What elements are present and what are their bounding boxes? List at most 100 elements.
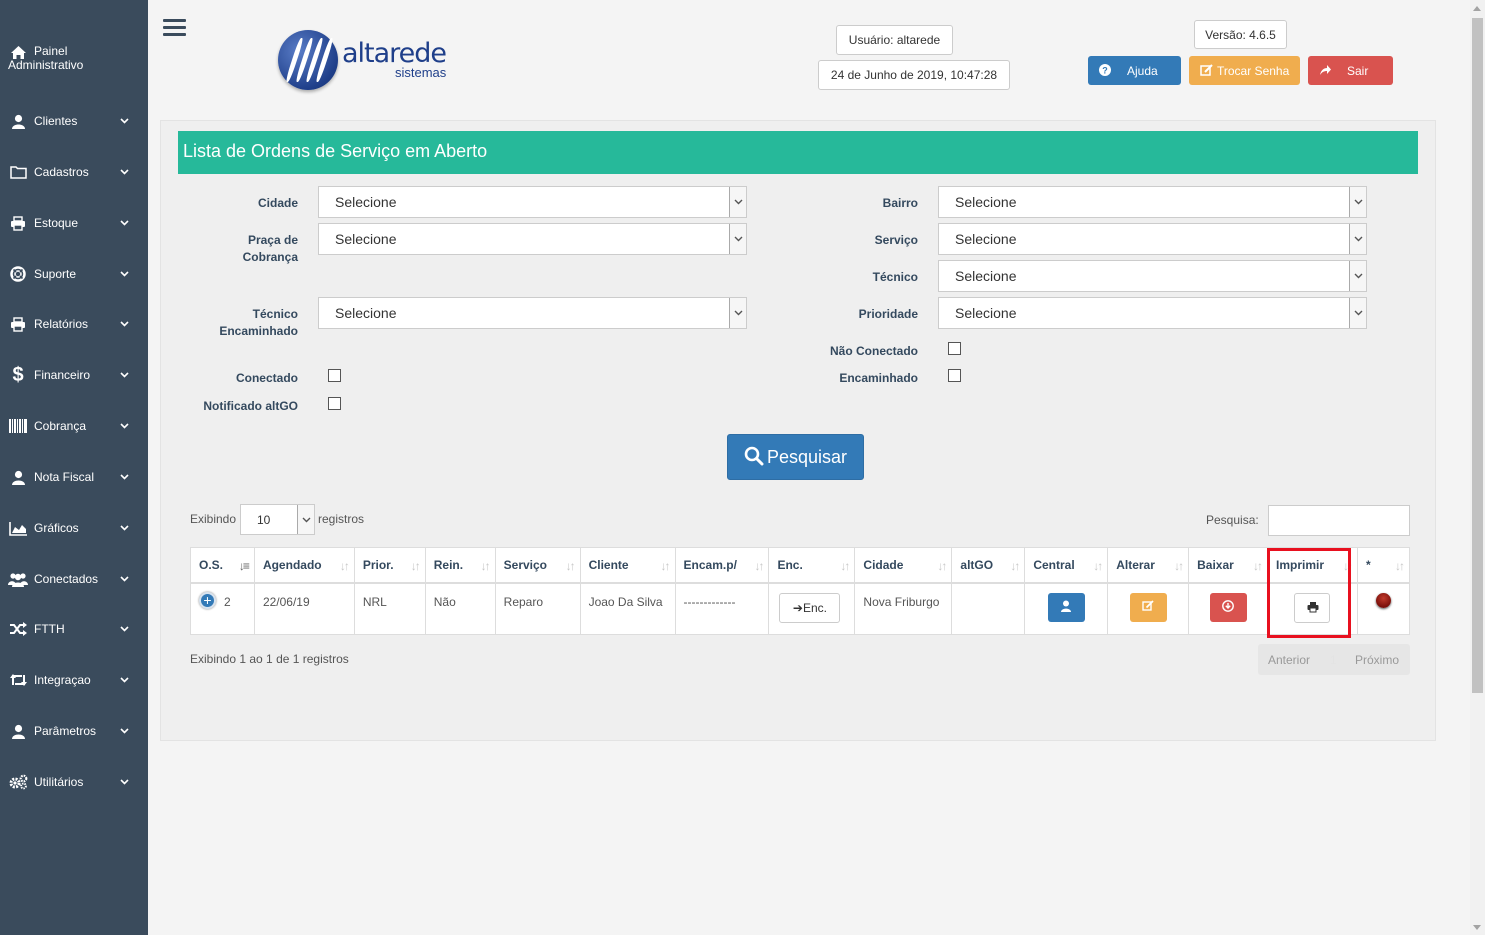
sidebar-item-conectados[interactable]: Conectados bbox=[0, 570, 148, 610]
sidebar-item-ftth[interactable]: FTTH bbox=[0, 620, 148, 660]
sidebar-item-painel[interactable]: Painel Administrativo bbox=[0, 43, 148, 83]
sidebar-item-relatorios[interactable]: Relatórios bbox=[0, 315, 148, 355]
change-password-label: Trocar Senha bbox=[1217, 64, 1290, 78]
tecnico-select-value: Selecione bbox=[955, 268, 1017, 284]
sidebar-item-clientes[interactable]: Clientes bbox=[0, 112, 148, 152]
th-altgo[interactable]: altGO ↓↑ bbox=[951, 547, 1026, 584]
expand-row-icon[interactable]: + bbox=[199, 591, 216, 609]
scroll-up-arrow[interactable] bbox=[1473, 6, 1481, 11]
th-imprimir[interactable]: Imprimir ↓↑ bbox=[1267, 547, 1358, 584]
sidebar-item-integracao[interactable]: Integraçao bbox=[0, 671, 148, 711]
th-baixar[interactable]: Baixar ↓↑ bbox=[1188, 547, 1269, 584]
th-rein-label: Rein. bbox=[433, 557, 464, 572]
sort-icon: ↓↑ bbox=[339, 559, 350, 573]
conectado-checkbox[interactable] bbox=[328, 369, 341, 382]
sidebar-item-cadastros[interactable]: Cadastros bbox=[0, 163, 148, 203]
sidebar-item-graficos[interactable]: Gráficos bbox=[0, 519, 148, 559]
chevron-down-icon bbox=[297, 505, 314, 534]
table-header-row: O.S. ↓≡ Agendado ↓↑ Prior. ↓↑ Rein. ↓↑ Servi… bbox=[190, 547, 1411, 584]
chevron-down-icon bbox=[1349, 261, 1366, 291]
prioridade-select[interactable]: Selecione bbox=[938, 297, 1367, 329]
alterar-button[interactable] bbox=[1129, 592, 1167, 622]
sort-icon: ↓↑ bbox=[937, 559, 947, 573]
sort-icon: ↓↑ bbox=[840, 559, 850, 573]
table-search-input[interactable] bbox=[1268, 505, 1410, 536]
th-status[interactable]: * ↓↑ bbox=[1356, 547, 1411, 584]
sidebar-item-cobranca[interactable]: Cobrança bbox=[0, 417, 148, 457]
prev-page-button[interactable]: Anterior bbox=[1268, 653, 1310, 667]
cell-encam: ------------- bbox=[674, 582, 770, 635]
chevron-down-icon bbox=[120, 728, 131, 739]
cell-cidade: Nova Friburgo bbox=[854, 582, 953, 635]
page-scrollbar[interactable] bbox=[1470, 0, 1485, 935]
tecnico-encaminhado-select[interactable]: Selecione bbox=[318, 297, 747, 329]
servico-select[interactable]: Selecione bbox=[938, 223, 1367, 255]
imprimir-button[interactable] bbox=[1294, 592, 1331, 623]
page-1-button[interactable]: 1 bbox=[1330, 653, 1337, 667]
bairro-select-value: Selecione bbox=[955, 194, 1017, 210]
scroll-down-arrow[interactable] bbox=[1473, 925, 1481, 930]
dollar-icon: $ bbox=[12, 363, 24, 386]
sidebar-item-parametros[interactable]: Parâmetros bbox=[0, 722, 148, 762]
chevron-down-icon bbox=[729, 187, 746, 217]
th-cliente[interactable]: Cliente ↓↑ bbox=[579, 547, 676, 584]
sidebar: Painel Administrativo Clientes Cadastros Es… bbox=[0, 0, 148, 935]
logout-button[interactable]: Sair bbox=[1308, 56, 1393, 85]
central-button[interactable] bbox=[1047, 592, 1085, 622]
th-agendado[interactable]: Agendado ↓↑ bbox=[253, 547, 355, 584]
th-central[interactable]: Central ↓↑ bbox=[1024, 547, 1109, 584]
table-row: +2 22/06/19 NRL Não Reparo Joao Da Silva… bbox=[190, 582, 1411, 635]
sidebar-item-utilitarios[interactable]: Utilitários bbox=[0, 773, 148, 813]
scrollbar-thumb[interactable] bbox=[1472, 18, 1483, 693]
baixar-button[interactable] bbox=[1209, 592, 1247, 622]
next-page-button[interactable]: Próximo bbox=[1355, 653, 1399, 667]
sidebar-item-suporte[interactable]: Suporte bbox=[0, 265, 148, 305]
datetime-info: 24 de Junho de 2019, 10:47:28 bbox=[818, 60, 1010, 90]
th-servico-label: Serviço bbox=[503, 557, 548, 572]
sort-icon: ↓↑ bbox=[1174, 559, 1184, 573]
logo-subtitle: sistemas bbox=[395, 65, 447, 80]
sidebar-item-financeiro[interactable]: $ Financeiro bbox=[0, 363, 148, 406]
question-circle-icon: ? bbox=[1098, 63, 1112, 77]
cidade-select[interactable]: Selecione bbox=[318, 186, 747, 218]
th-altgo-label: altGO bbox=[960, 557, 994, 572]
bairro-select[interactable]: Selecione bbox=[938, 186, 1367, 218]
th-prior[interactable]: Prior. ↓↑ bbox=[353, 547, 426, 584]
table-info: Exibindo 1 ao 1 de 1 registros bbox=[190, 652, 349, 666]
chevron-down-icon bbox=[120, 474, 131, 485]
th-enc[interactable]: Enc. ↓↑ bbox=[768, 547, 856, 584]
cell-altgo bbox=[951, 582, 1026, 635]
page-length-select[interactable]: 10 bbox=[240, 504, 315, 535]
tecnico-encaminhado-label: Técnico Encaminhado bbox=[219, 307, 298, 338]
cell-rein: Não bbox=[424, 582, 496, 635]
sort-icon: ↓↑ bbox=[410, 559, 421, 573]
tecnico-label: Técnico bbox=[872, 270, 918, 284]
sort-icon: ↓↑ bbox=[1010, 559, 1020, 573]
tecnico-select[interactable]: Selecione bbox=[938, 260, 1367, 292]
th-encam[interactable]: Encam.p/ ↓↑ bbox=[674, 547, 770, 584]
praca-select[interactable]: Selecione bbox=[318, 223, 747, 255]
chevron-down-icon bbox=[1349, 298, 1366, 328]
length-suffix: registros bbox=[318, 512, 365, 526]
th-encam-label: Encam.p/ bbox=[683, 557, 737, 572]
change-password-button[interactable]: Trocar Senha bbox=[1189, 56, 1300, 85]
cell-alterar bbox=[1107, 582, 1190, 635]
nao-conectado-checkbox[interactable] bbox=[948, 342, 961, 355]
th-alterar[interactable]: Alterar ↓↑ bbox=[1107, 547, 1190, 584]
sidebar-item-nota-fiscal[interactable]: Nota Fiscal bbox=[0, 468, 148, 508]
help-button[interactable]: ? Ajuda bbox=[1088, 56, 1181, 85]
page-length-value: 10 bbox=[257, 513, 271, 527]
th-cidade[interactable]: Cidade ↓↑ bbox=[854, 547, 953, 584]
menu-toggle-icon[interactable] bbox=[163, 19, 186, 38]
encaminhado-checkbox[interactable] bbox=[948, 369, 961, 382]
prioridade-select-value: Selecione bbox=[955, 305, 1017, 321]
retweet-icon bbox=[7, 671, 29, 689]
th-rein[interactable]: Rein. ↓↑ bbox=[424, 547, 496, 584]
notificado-checkbox[interactable] bbox=[328, 397, 341, 410]
sidebar-item-estoque[interactable]: Estoque bbox=[0, 214, 148, 254]
th-servico[interactable]: Serviço ↓↑ bbox=[494, 547, 581, 584]
pesquisar-button[interactable]: Pesquisar bbox=[727, 434, 864, 480]
enc-button[interactable]: ➔Enc. bbox=[779, 592, 841, 623]
th-os[interactable]: O.S. ↓≡ bbox=[190, 547, 255, 584]
sidebar-item-label: Utilitários bbox=[34, 775, 84, 789]
